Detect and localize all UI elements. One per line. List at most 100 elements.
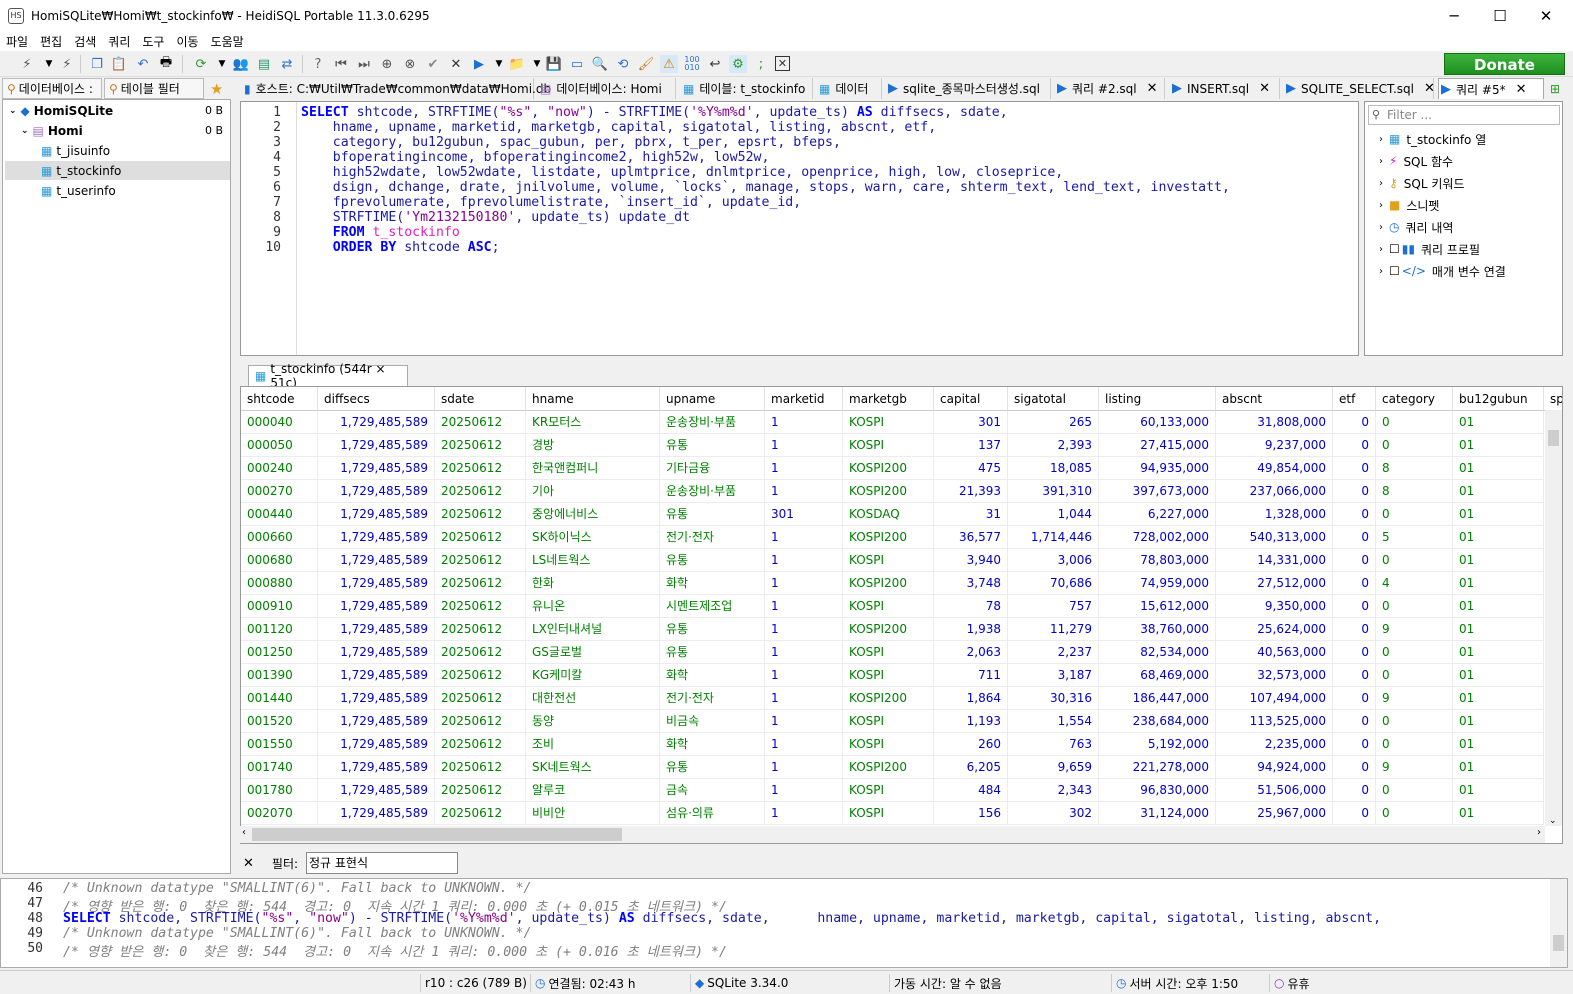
run-query-icon[interactable]: ▶ (470, 55, 488, 73)
delete-record-icon[interactable]: ⊗ (401, 55, 419, 73)
grid-cell[interactable]: 000240 (241, 457, 318, 480)
grid-cell[interactable]: 107,494,000 (1216, 687, 1333, 710)
column-header[interactable]: category (1376, 387, 1453, 411)
scroll-thumb[interactable] (1553, 935, 1564, 951)
tree-node-t-userinfo[interactable]: ▦ t_userinfo (41, 181, 116, 200)
column-header[interactable]: capital (934, 387, 1008, 411)
favorite-star-icon[interactable]: ★ (206, 78, 232, 99)
add-record-icon[interactable]: ⊕ (378, 55, 396, 73)
tab-data[interactable]: ▦ 데이터 (817, 78, 882, 99)
grid-cell[interactable]: 14,331,000 (1216, 549, 1333, 572)
grid-cell[interactable]: 31 (934, 503, 1008, 526)
grid-cell[interactable]: 01 (1453, 503, 1544, 526)
first-record-icon[interactable]: ⏮ (332, 55, 350, 73)
grid-cell[interactable]: 001120 (241, 618, 318, 641)
grid-cell[interactable]: 1 (765, 526, 843, 549)
menu-tools[interactable]: 도구 (136, 33, 170, 50)
grid-cell[interactable]: 1,729,485,589 (318, 710, 435, 733)
grid-cell[interactable]: 000440 (241, 503, 318, 526)
grid-cell[interactable]: 0 (1376, 503, 1453, 526)
grid-cell[interactable]: 1,729,485,589 (318, 687, 435, 710)
grid-cell[interactable]: 20250612 (435, 457, 526, 480)
grid-cell[interactable]: 82,534,000 (1099, 641, 1216, 664)
grid-cell[interactable]: 0 (1333, 779, 1376, 802)
grid-cell[interactable]: 경방 (526, 434, 660, 457)
grid-cell[interactable]: 78 (934, 595, 1008, 618)
minimize-button[interactable]: ─ (1431, 0, 1477, 31)
tab-query-2[interactable]: ▶ 쿼리 #2.sql ✕ (1055, 78, 1165, 99)
tab-query-sqlite-master[interactable]: ▶ sqlite_종목마스터생성.sql (886, 78, 1051, 99)
grid-cell[interactable]: KOSPI (843, 434, 934, 457)
grid-cell[interactable]: 01 (1453, 687, 1544, 710)
grid-cell[interactable]: 중앙에너비스 (526, 503, 660, 526)
grid-cell[interactable]: 1 (765, 779, 843, 802)
grid-cell[interactable]: 186,447,000 (1099, 687, 1216, 710)
grid-cell[interactable]: 20250612 (435, 733, 526, 756)
grid-cell[interactable]: 1 (765, 664, 843, 687)
grid-cell[interactable]: 01 (1453, 779, 1544, 802)
grid-cell[interactable]: 비금속 (660, 710, 765, 733)
grid-cell[interactable]: 40,563,000 (1216, 641, 1333, 664)
grid-cell[interactable]: 397,673,000 (1099, 480, 1216, 503)
grid-cell[interactable]: 4 (1376, 572, 1453, 595)
grid-cell[interactable]: 유니온 (526, 595, 660, 618)
grid-cell[interactable]: 한국앤컴퍼니 (526, 457, 660, 480)
grid-cell[interactable]: 2,235,000 (1216, 733, 1333, 756)
grid-cell[interactable]: 1 (765, 618, 843, 641)
paste-icon[interactable]: 📋 (110, 55, 128, 73)
grid-cell[interactable]: SK하이닉스 (526, 526, 660, 549)
grid-cell[interactable]: 000050 (241, 434, 318, 457)
grid-cell[interactable]: 1 (765, 733, 843, 756)
tree-node-t-jisuinfo[interactable]: ▦ t_jisuinfo (41, 141, 110, 160)
grid-cell[interactable]: 20250612 (435, 595, 526, 618)
help-icon[interactable]: ? (309, 55, 327, 73)
refresh-icon[interactable]: ⟳ (192, 55, 210, 73)
grid-cell[interactable]: KOSPI (843, 411, 934, 434)
grid-cell[interactable]: 20250612 (435, 480, 526, 503)
open-folder-icon[interactable]: 📁 (508, 55, 526, 73)
grid-cell[interactable]: 유통 (660, 434, 765, 457)
grid-cell[interactable]: 1 (765, 756, 843, 779)
scroll-left-icon[interactable]: ‹ (242, 827, 246, 838)
grid-cell[interactable]: 2,063 (934, 641, 1008, 664)
grid-cell[interactable]: 20250612 (435, 503, 526, 526)
grid-cell[interactable]: 유통 (660, 756, 765, 779)
grid-cell[interactable]: 6,227,000 (1099, 503, 1216, 526)
column-header[interactable]: etf (1333, 387, 1376, 411)
grid-cell[interactable]: 1,729,485,589 (318, 733, 435, 756)
grid-cell[interactable]: 화학 (660, 733, 765, 756)
helper-profile[interactable]: › ☐ ▮▮ 쿼리 프로필 (1379, 239, 1480, 259)
grid-cell[interactable]: 1,554 (1008, 710, 1099, 733)
post-record-icon[interactable]: ✔ (424, 55, 442, 73)
column-header[interactable]: bu12gubun (1453, 387, 1544, 411)
grid-cell[interactable]: 94,935,000 (1099, 457, 1216, 480)
grid-cell[interactable]: 9 (1376, 687, 1453, 710)
grid-cell[interactable]: 302 (1008, 802, 1099, 825)
scroll-thumb[interactable] (252, 828, 622, 841)
grid-cell[interactable]: 시멘트제조업 (660, 595, 765, 618)
expand-arrow-icon[interactable]: › (1379, 156, 1383, 167)
grid-cell[interactable]: KOSPI (843, 733, 934, 756)
close-tab-icon[interactable]: ✕ (775, 56, 790, 71)
grid-cell[interactable]: 2,343 (1008, 779, 1099, 802)
warning-icon[interactable]: ⚠ (660, 55, 678, 73)
grid-cell[interactable]: KOSPI200 (843, 572, 934, 595)
grid-cell[interactable]: 0 (1333, 526, 1376, 549)
grid-cell[interactable]: 20250612 (435, 572, 526, 595)
grid-cell[interactable]: KG케미칼 (526, 664, 660, 687)
grid-cell[interactable]: KOSPI (843, 710, 934, 733)
grid-cell[interactable]: 1,044 (1008, 503, 1099, 526)
result-tab[interactable]: ▦ t_stockinfo (544r × 51c) (248, 362, 408, 390)
grid-cell[interactable]: 화학 (660, 664, 765, 687)
grid-cell[interactable]: 6,205 (934, 756, 1008, 779)
helper-columns[interactable]: › ▦ t_stockinfo 열 (1379, 129, 1486, 149)
grid-cell[interactable]: 1,729,485,589 (318, 779, 435, 802)
grid-cell[interactable]: 260 (934, 733, 1008, 756)
grid-cell[interactable]: 000910 (241, 595, 318, 618)
grid-cell[interactable]: 1 (765, 687, 843, 710)
grid-cell[interactable]: 9,350,000 (1216, 595, 1333, 618)
format-sql-icon[interactable]: 🖌 (637, 55, 655, 73)
grid-cell[interactable]: 238,684,000 (1099, 710, 1216, 733)
grid-cell[interactable]: 301 (765, 503, 843, 526)
grid-cell[interactable]: 01 (1453, 480, 1544, 503)
